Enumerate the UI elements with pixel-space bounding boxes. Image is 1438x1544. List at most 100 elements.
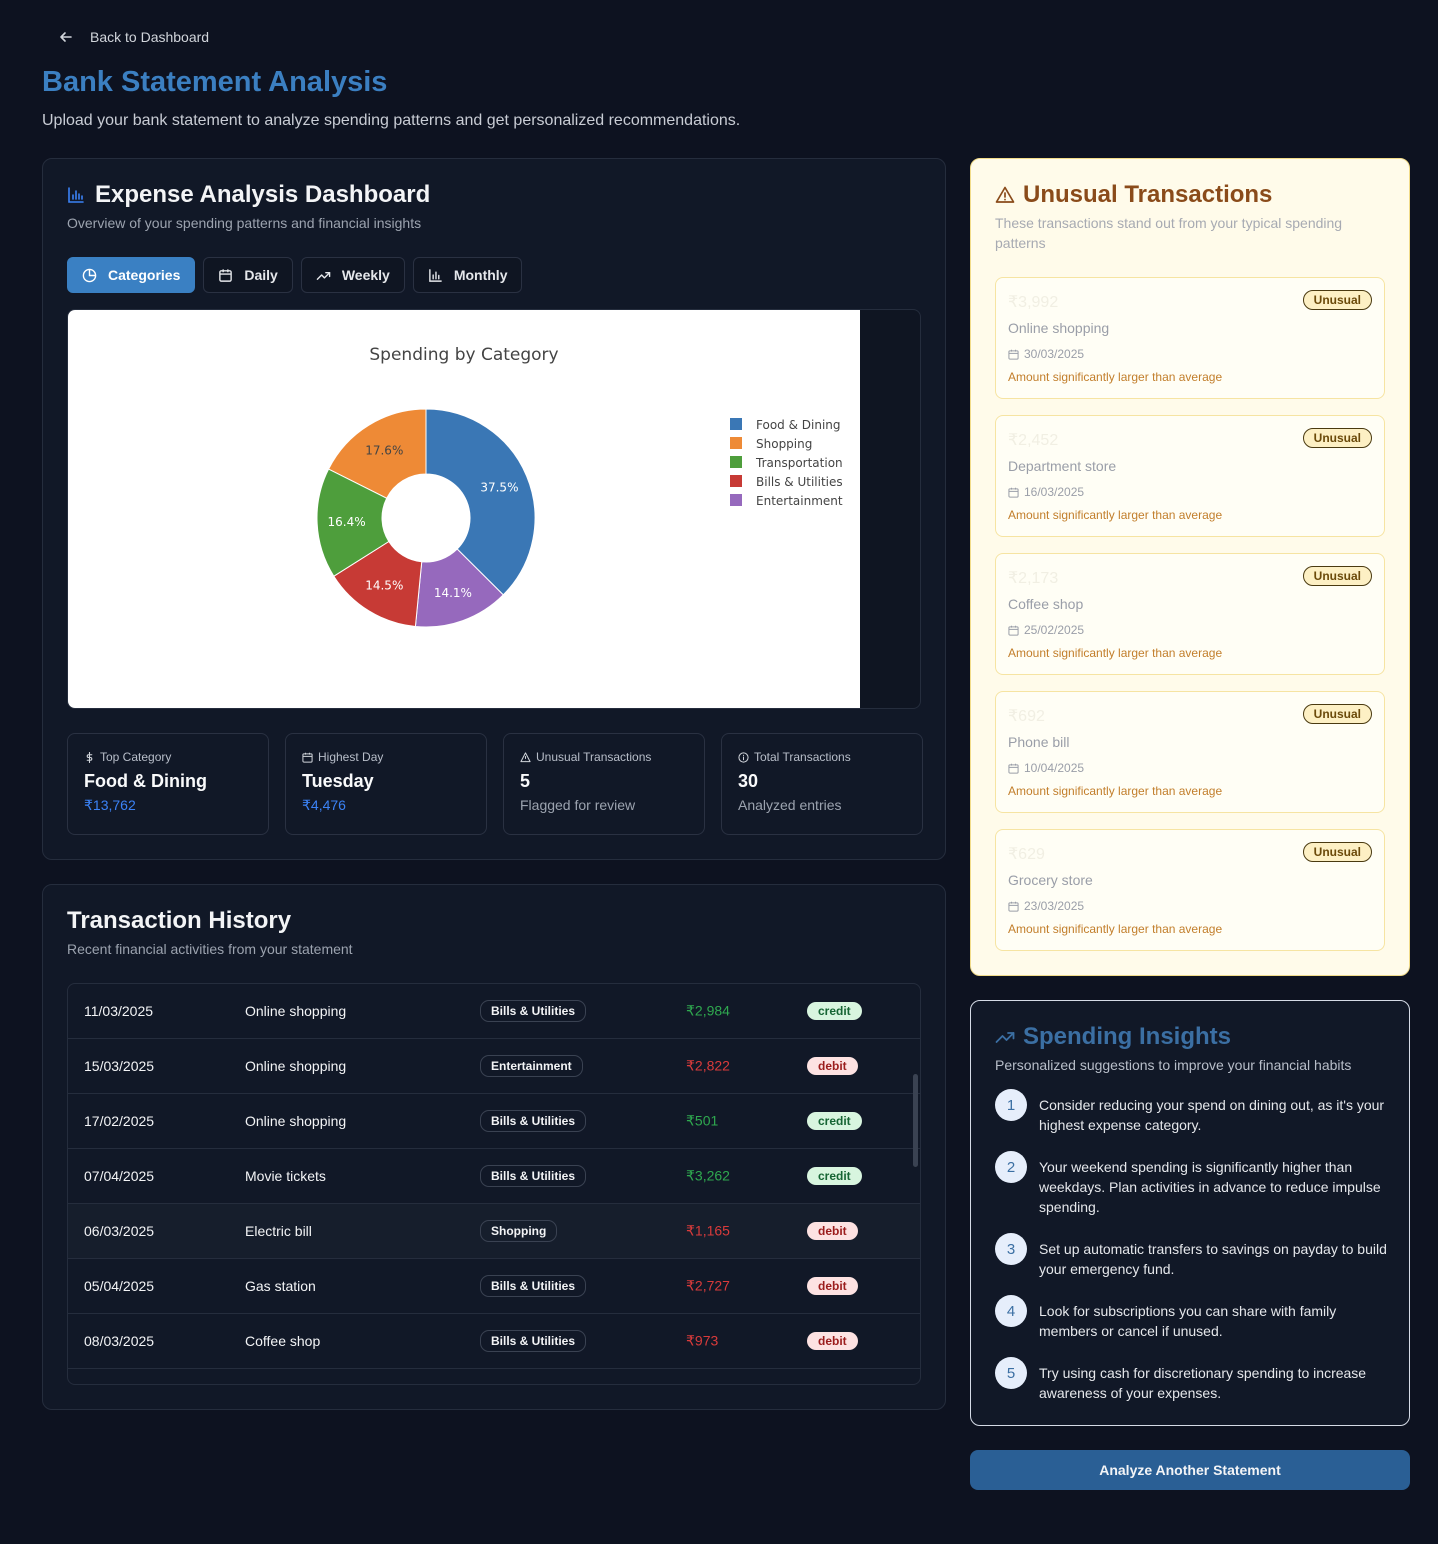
stat-sub: ₹4,476 bbox=[302, 797, 346, 813]
table-scrollbar[interactable] bbox=[913, 1074, 918, 1167]
row-description: Electric bill bbox=[245, 1223, 312, 1239]
unusual-subtitle: These transactions stand out from your t… bbox=[995, 215, 1343, 251]
unusual-note: Amount significantly larger than average bbox=[1008, 370, 1223, 384]
calendar-icon bbox=[302, 752, 313, 763]
row-type-badge: debit bbox=[807, 1332, 858, 1350]
insight-number: 2 bbox=[995, 1151, 1027, 1183]
insights-subtitle: Personalized suggestions to improve your… bbox=[995, 1057, 1352, 1073]
unusual-date: 16/03/2025 bbox=[1008, 485, 1084, 499]
legend-label: Entertainment bbox=[756, 494, 843, 508]
insight-item: 1 Consider reducing your spend on dining … bbox=[995, 1089, 1387, 1135]
chart-background bbox=[68, 310, 860, 708]
unusual-transaction-item[interactable]: ₹2,452 Unusual Department store 16/03/2025 A… bbox=[995, 415, 1385, 537]
insight-number: 3 bbox=[995, 1233, 1027, 1265]
dashboard-title: Expense Analysis Dashboard bbox=[67, 181, 430, 209]
insight-text: Consider reducing your spend on dining o… bbox=[1039, 1097, 1385, 1133]
transaction-history-card: Transaction History Recent financial act… bbox=[42, 884, 946, 1410]
table-row[interactable]: 17/02/2025 Online shopping Bills & Utiliti… bbox=[68, 1094, 920, 1149]
unusual-description: Phone bill bbox=[1008, 734, 1070, 750]
row-type-badge: credit bbox=[807, 1112, 862, 1130]
alert-triangle-icon bbox=[520, 751, 531, 762]
row-amount: ₹2,984 bbox=[686, 1002, 730, 1019]
legend-label: Shopping bbox=[756, 437, 812, 451]
view-tabs: Categories Daily Weekly Monthly bbox=[67, 257, 523, 293]
row-amount: ₹2,822 bbox=[686, 1057, 730, 1074]
unusual-date: 10/04/2025 bbox=[1008, 761, 1084, 775]
insight-text: Try using cash for discretionary spendin… bbox=[1039, 1365, 1367, 1401]
calendar-icon bbox=[1008, 487, 1019, 498]
unusual-date-text: 30/03/2025 bbox=[1024, 347, 1085, 361]
tab-categories[interactable]: Categories bbox=[67, 257, 196, 293]
row-date: 05/04/2025 bbox=[84, 1278, 155, 1294]
tab-weekly[interactable]: Weekly bbox=[300, 257, 405, 293]
unusual-badge: Unusual bbox=[1302, 428, 1372, 448]
insight-item: 4 Look for subscriptions you can share wi… bbox=[995, 1295, 1387, 1341]
spending-pie-chart[interactable]: Spending by Category 37.5% 14.1% 14.5% 16.4… bbox=[68, 310, 921, 709]
dollar-icon bbox=[86, 751, 93, 763]
arrow-left-icon bbox=[60, 32, 72, 42]
page-title: Bank Statement Analysis bbox=[42, 66, 388, 98]
row-date: 17/02/2025 bbox=[84, 1113, 155, 1129]
row-type-badge: debit bbox=[807, 1277, 858, 1295]
tab-monthly[interactable]: Monthly bbox=[412, 257, 523, 293]
unusual-note: Amount significantly larger than average bbox=[1008, 784, 1223, 798]
unusual-transactions-panel: Unusual Transactions These transactions … bbox=[970, 158, 1410, 976]
insight-text: Set up automatic transfers to savings on… bbox=[1039, 1241, 1387, 1277]
legend-label: Bills & Utilities bbox=[756, 475, 843, 489]
table-row[interactable]: 05/04/2025 Gas station Bills & Utilities ₹2… bbox=[68, 1259, 920, 1314]
unusual-date: 25/02/2025 bbox=[1008, 623, 1084, 637]
legend-swatch bbox=[730, 475, 742, 487]
summary-stats: Top Category Food & Dining ₹13,762 Highe… bbox=[67, 733, 923, 835]
unusual-amount: ₹2,173 bbox=[1008, 570, 1059, 587]
unusual-transaction-item[interactable]: ₹2,173 Unusual Coffee shop 25/02/2025 Amount… bbox=[995, 553, 1385, 675]
insight-number: 1 bbox=[995, 1089, 1027, 1121]
chart-title: Spending by Category bbox=[369, 345, 558, 365]
row-date: 06/03/2025 bbox=[84, 1223, 155, 1239]
table-row[interactable]: 07/04/2025 Movie tickets Bills & Utilities… bbox=[68, 1149, 920, 1204]
unusual-note: Amount significantly larger than average bbox=[1008, 646, 1223, 660]
pie-slice-label: 17.6% bbox=[365, 443, 403, 457]
row-description: Gas station bbox=[245, 1278, 316, 1294]
row-amount: ₹973 bbox=[686, 1332, 719, 1349]
unusual-date-text: 16/03/2025 bbox=[1024, 485, 1085, 499]
table-row[interactable]: 11/03/2025 Online shopping Bills & Utiliti… bbox=[68, 984, 920, 1039]
calendar-icon bbox=[1008, 625, 1019, 636]
insight-number: 4 bbox=[995, 1295, 1027, 1327]
pie-chart-icon bbox=[82, 268, 97, 282]
back-label: Back to Dashboard bbox=[90, 29, 210, 45]
stat-unusual-transactions: Unusual Transactions 5 Flagged for revie… bbox=[503, 733, 705, 835]
unusual-title: Unusual Transactions bbox=[995, 181, 1272, 209]
table-row[interactable]: 06/03/2025 Electric bill Shopping ₹1,165 deb… bbox=[68, 1204, 920, 1259]
unusual-transaction-item[interactable]: ₹3,992 Unusual Online shopping 30/03/2025 Am… bbox=[995, 277, 1385, 399]
pie-slice-label: 14.1% bbox=[434, 586, 472, 600]
stat-value: Food & Dining bbox=[84, 771, 207, 791]
stat-value: Tuesday bbox=[302, 771, 374, 791]
stat-sub: Flagged for review bbox=[520, 797, 636, 813]
analyze-another-statement-button[interactable]: Analyze Another Statement bbox=[970, 1450, 1410, 1490]
table-row[interactable]: 15/03/2025 Online shopping Entertainment ₹2… bbox=[68, 1039, 920, 1094]
unusual-transaction-item[interactable]: ₹629 Unusual Grocery store 23/03/2025 Amount… bbox=[995, 829, 1385, 951]
unusual-description: Coffee shop bbox=[1008, 596, 1084, 612]
stat-sub: Analyzed entries bbox=[738, 797, 842, 813]
unusual-amount: ₹692 bbox=[1008, 708, 1045, 725]
row-description: Online shopping bbox=[245, 1113, 347, 1129]
unusual-transaction-item[interactable]: ₹692 Unusual Phone bill 10/04/2025 Amount si… bbox=[995, 691, 1385, 813]
transaction-table[interactable]: 11/03/2025 Online shopping Bills & Utiliti… bbox=[67, 983, 921, 1385]
back-to-dashboard-link[interactable]: Back to Dashboard bbox=[58, 29, 209, 45]
insight-item: 3 Set up automatic transfers to savings o… bbox=[995, 1233, 1387, 1279]
table-row[interactable]: 08/03/2025 Coffee shop Bills & Utilities ₹9… bbox=[68, 1314, 920, 1369]
alert-triangle-icon bbox=[995, 186, 1015, 203]
tab-daily[interactable]: Daily bbox=[203, 257, 293, 293]
row-category-badge: Shopping bbox=[480, 1220, 558, 1242]
row-category-badge: Bills & Utilities bbox=[480, 1165, 587, 1187]
row-description: Coffee shop bbox=[245, 1333, 321, 1349]
unusual-amount: ₹629 bbox=[1008, 846, 1045, 863]
row-date: 08/03/2025 bbox=[84, 1333, 155, 1349]
unusual-badge: Unusual bbox=[1302, 704, 1372, 724]
legend-label: Food & Dining bbox=[756, 418, 841, 432]
stat-value: 30 bbox=[738, 771, 759, 791]
legend-swatch bbox=[730, 437, 742, 449]
stat-total-transactions: Total Transactions 30 Analyzed entries bbox=[721, 733, 923, 835]
stat-label: Top Category bbox=[100, 750, 172, 764]
insight-number: 5 bbox=[995, 1357, 1027, 1389]
